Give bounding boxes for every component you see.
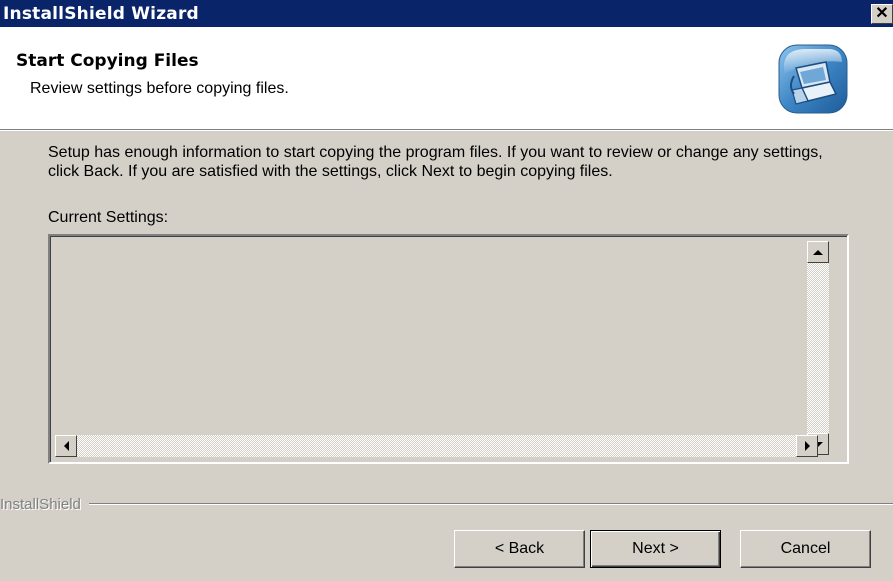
vertical-scrollbar[interactable] [807,241,829,455]
setup-description: Setup has enough information to start co… [48,144,823,180]
next-button[interactable]: Next > [590,530,721,568]
current-settings-label: Current Settings: [48,209,169,226]
close-icon: ✕ [875,5,889,22]
header-divider-highlight [0,130,893,131]
page-subtitle: Review settings before copying files. [30,80,289,97]
close-button[interactable]: ✕ [871,4,893,24]
page-title: Start Copying Files [16,51,199,71]
scroll-up-button[interactable] [807,241,829,263]
current-settings-content [50,236,847,462]
arrow-left-icon [63,441,69,451]
cancel-button[interactable]: Cancel [740,530,871,568]
installshield-brand: InstallShield [0,495,81,513]
window-title: InstallShield Wizard [3,3,199,24]
title-bar[interactable]: InstallShield Wizard ✕ [0,0,893,27]
arrow-up-icon [813,249,823,255]
scroll-left-button[interactable] [55,435,77,457]
horizontal-scrollbar[interactable] [55,435,818,457]
current-settings-box[interactable] [48,234,849,464]
wizard-header: Start Copying Files Review settings befo… [0,27,893,129]
back-button[interactable]: < Back [454,530,585,568]
computer-install-icon [778,44,848,114]
brand-divider: InstallShield [0,494,893,514]
arrow-right-icon [804,441,810,451]
scroll-right-button[interactable] [796,435,818,457]
brand-line [88,503,893,505]
